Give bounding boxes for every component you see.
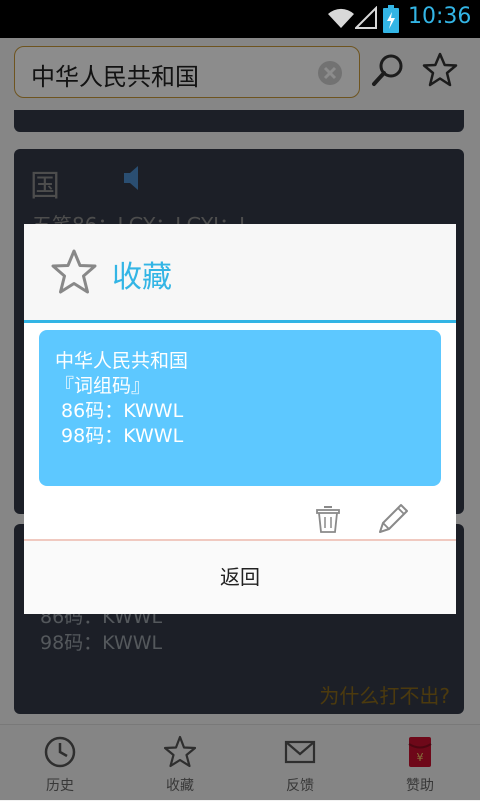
- dialog-header: 收藏: [24, 224, 456, 323]
- favorite-word: 中华人民共和国: [55, 350, 189, 372]
- signal-icon: [355, 6, 377, 29]
- wifi-icon: [328, 8, 354, 28]
- trash-icon[interactable]: [316, 504, 340, 534]
- back-button[interactable]: 返回: [24, 541, 456, 614]
- pencil-icon[interactable]: [376, 502, 410, 536]
- favorite-item[interactable]: 中华人民共和国 『词组码』 86码：KWWL 98码：KWWL: [39, 330, 441, 486]
- battery-icon: [383, 5, 399, 33]
- favorites-dialog: 收藏 中华人民共和国 『词组码』 86码：KWWL 98码：KWWL 返回: [24, 224, 456, 614]
- favorite-code-98: 98码：KWWL: [55, 425, 184, 447]
- favorite-code-86: 86码：KWWL: [55, 400, 184, 422]
- status-bar: 10:36: [0, 0, 480, 38]
- clock-time: 10:36: [408, 4, 472, 29]
- favorite-type: 『词组码』: [55, 375, 151, 397]
- dialog-title: 收藏: [112, 260, 172, 295]
- star-icon: [51, 249, 97, 294]
